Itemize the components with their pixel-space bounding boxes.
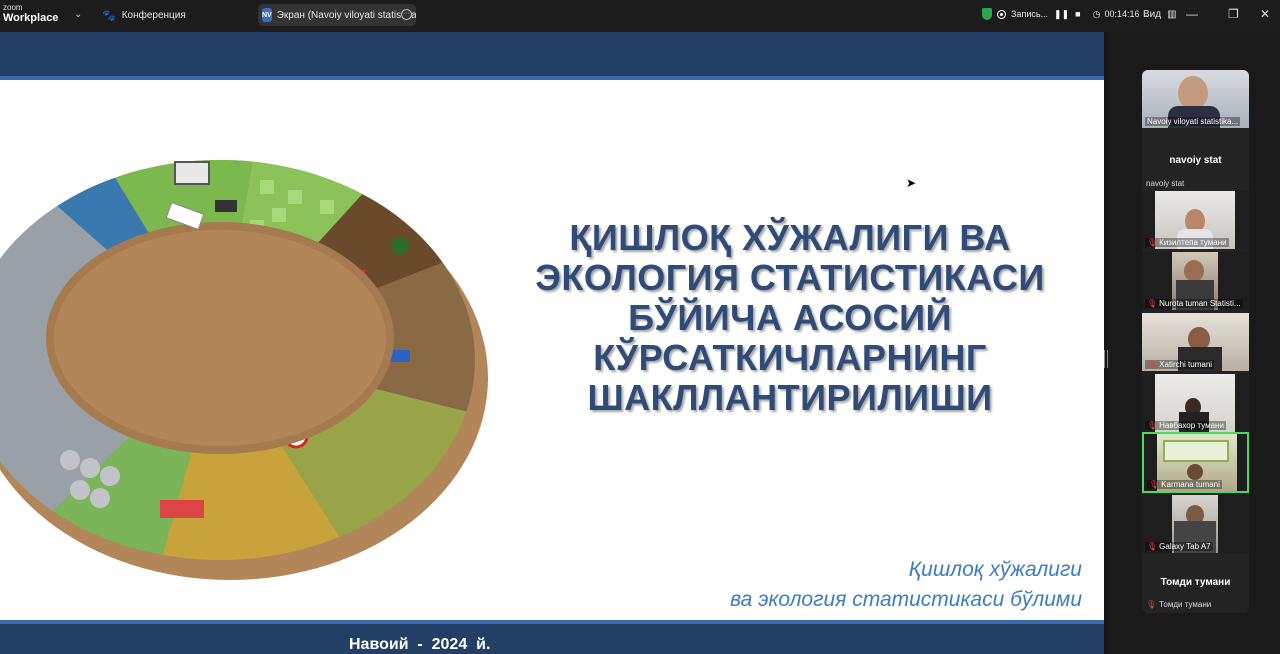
pause-recording-icon[interactable]: ❚❚ <box>1054 9 1069 20</box>
timer-text: 00:14:16 <box>1104 9 1140 19</box>
subtitle-line: Қишлоқ хўжалиги <box>908 558 1082 581</box>
participant-label: 🎙 Томди тумани <box>1146 600 1212 609</box>
blue-tractor <box>390 350 410 362</box>
shield-icon <box>982 8 992 20</box>
screen-share-label: Экран (Navoiy viloyati statistika <box>276 9 416 21</box>
screen-share-indicator[interactable]: NV Экран (Navoiy viloyati statistika ··· <box>258 4 416 26</box>
view-label: Вид <box>1143 9 1162 20</box>
chevron-down-icon[interactable]: ⌄ <box>74 9 82 20</box>
paw-icon: 🐾 <box>102 10 116 22</box>
participant-tile-host[interactable]: Navoiy viloyati statistika... <box>1142 70 1249 128</box>
participant-tile[interactable]: 🎙 Кизилтепа тумани <box>1142 191 1249 249</box>
participant-name: 🎙 Навбахор тумани <box>1145 421 1226 430</box>
muted-mic-icon: 🎙 <box>1147 421 1158 430</box>
harvester <box>160 500 204 518</box>
muted-mic-icon: 🎙 <box>1147 238 1158 247</box>
shared-screen: ҚИШЛОҚ ХЎЖАЛИГИ ВА ЭКОЛОГИЯ СТАТИСТИКАСИ… <box>0 32 1104 654</box>
participant-label: navoiy stat <box>1146 179 1185 188</box>
slide-subtitle: Қишлоқ хўжалиги ва экология статистикаси… <box>730 555 1082 615</box>
conference-label: Конференция <box>121 10 186 21</box>
logo-line2: Workplace <box>3 12 59 24</box>
muted-mic-icon: 🎙 <box>1147 542 1158 551</box>
participant-name: 🎙 Galaxy Tab A7 <box>1145 542 1213 551</box>
muted-mic-icon: 🎙 <box>1146 600 1157 609</box>
muted-mic-icon: 🎙 <box>1149 480 1160 489</box>
title-line: ЭКОЛОГИЯ СТАТИСТИКАСИ <box>535 257 1045 298</box>
close-icon[interactable]: ✕ <box>1260 7 1270 21</box>
participant-display-name: Томди тумани <box>1160 577 1231 588</box>
participant-name: 🎙 Karmana tumani <box>1147 480 1222 489</box>
muted-mic-icon: 🎙 <box>1147 299 1158 308</box>
title-line: ҚИШЛОҚ ХЎЖАЛИГИ ВА <box>569 217 1011 258</box>
agriculture-ring-illustration <box>0 160 488 580</box>
recording-status: Запись... ❚❚ ■ ◷ 00:14:16 ⌄ <box>982 8 1151 20</box>
more-options-icon[interactable]: ··· <box>401 9 412 20</box>
zoom-title-bar: zoom Workplace ⌄ 🐾 Конференция NV Экран … <box>0 0 1280 32</box>
title-line: КЎРСАТКИЧЛАРНИНГ <box>593 337 987 378</box>
conference-menu[interactable]: 🐾 Конференция <box>102 9 186 22</box>
title-line: ШАКЛЛАНТИРИЛИШИ <box>587 377 993 418</box>
participant-tile[interactable]: 🎙 Galaxy Tab A7 <box>1142 495 1249 553</box>
grid-view-icon: ▥ <box>1167 9 1177 20</box>
slide-title: ҚИШЛОҚ ХЎЖАЛИГИ ВА ЭКОЛОГИЯ СТАТИСТИКАСИ… <box>520 218 1060 418</box>
clock-icon: ◷ <box>1092 8 1101 19</box>
participant-name: 🎙 Кизилтепа тумани <box>1145 238 1229 247</box>
slide-header-band <box>0 32 1104 76</box>
stop-recording-icon[interactable]: ■ <box>1075 9 1080 19</box>
participant-display-name: navoiy stat <box>1169 155 1222 166</box>
participant-name: 🎙 Xatirchi tumani <box>1145 360 1215 369</box>
minimize-icon[interactable]: — <box>1186 7 1198 21</box>
participant-tile-active-speaker[interactable]: 🎙 Karmana tumani <box>1142 432 1249 493</box>
zoom-logo[interactable]: zoom Workplace <box>3 3 59 24</box>
record-icon <box>997 9 1006 19</box>
slide-footer-band <box>0 620 1104 654</box>
slide-footer-text: Навоий - 2024 й. <box>349 636 491 653</box>
participant-tile[interactable]: 🎙 Xatirchi tumani <box>1142 313 1249 371</box>
participant-tile[interactable]: 🎙 Nurota tuman Statisti... <box>1142 252 1249 310</box>
participant-tile[interactable]: 🎙 Навбахор тумани <box>1142 374 1249 432</box>
slide-header-stripe <box>0 76 1104 80</box>
subtitle-line: ва экология статистикаси бўлими <box>730 588 1082 611</box>
mouse-cursor-icon: ➤ <box>906 176 917 190</box>
title-line: БЎЙИЧА АСОСИЙ <box>628 297 952 338</box>
monitor-icon <box>174 161 210 185</box>
restore-icon[interactable]: ❐ <box>1228 7 1239 21</box>
recording-label: Запись... <box>1011 9 1049 19</box>
participant-name: Navoiy viloyati statistika... <box>1145 117 1241 126</box>
muted-mic-icon: 🎙 <box>1147 360 1158 369</box>
sharer-avatar: NV <box>262 8 272 22</box>
participant-name: 🎙 Nurota tuman Statisti... <box>1145 299 1243 308</box>
view-menu[interactable]: Вид ▥ <box>1143 9 1177 20</box>
video-tiles-list: Navoiy viloyati statistika... navoiy sta… <box>1142 70 1249 613</box>
calculator-icon <box>215 200 237 212</box>
